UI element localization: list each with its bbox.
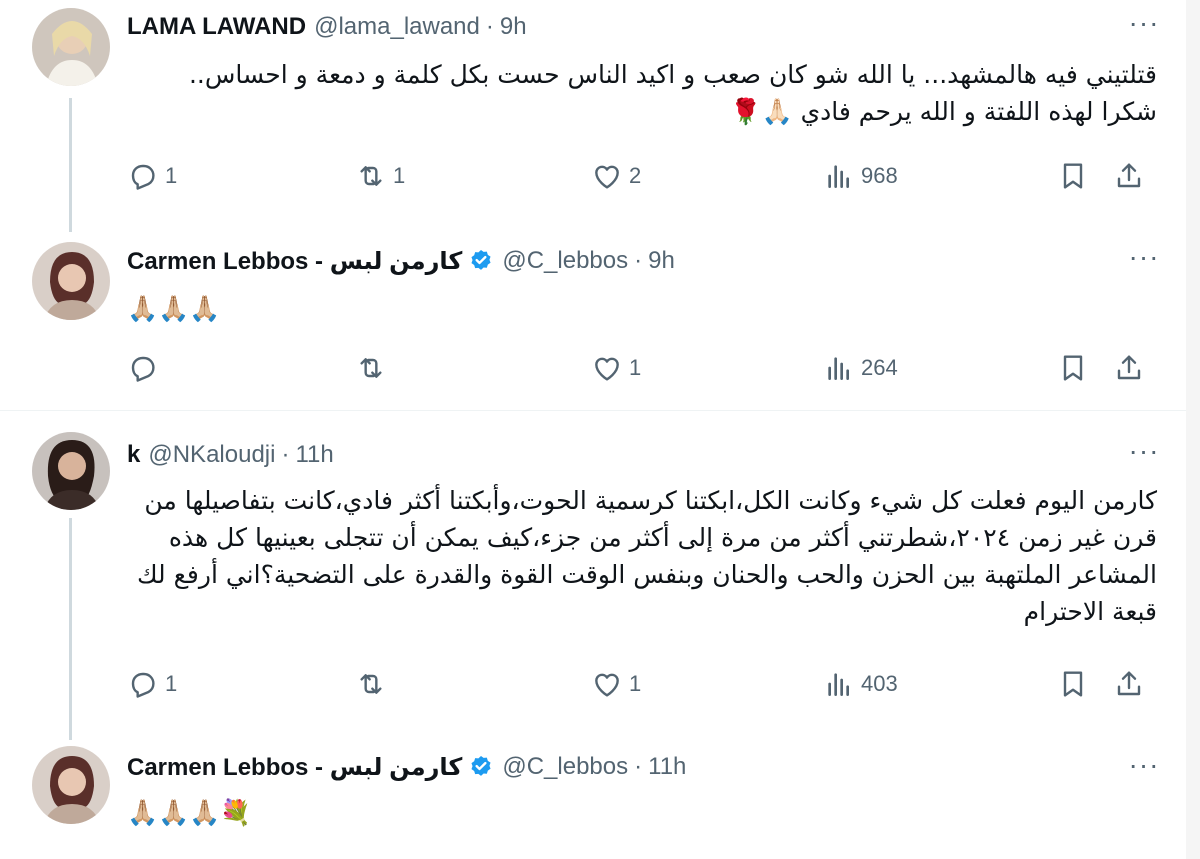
views-count: 968 bbox=[861, 163, 898, 188]
timestamp[interactable]: 9h bbox=[500, 13, 527, 41]
views-count: 403 bbox=[861, 671, 898, 696]
views-icon bbox=[828, 357, 849, 380]
like-count: 2 bbox=[629, 163, 642, 188]
more-icon[interactable]: ··· bbox=[1124, 9, 1164, 42]
thread-line bbox=[69, 98, 72, 232]
retweet-icon bbox=[360, 674, 382, 694]
tweet[interactable]: Carmen Lebbos - كارمن لبس @C_lebbos · 11… bbox=[0, 740, 1186, 859]
timestamp[interactable]: 11h bbox=[295, 441, 333, 469]
separator-dot: · bbox=[485, 13, 494, 40]
separator-dot: · bbox=[634, 247, 643, 274]
reply-button[interactable]: 1 bbox=[127, 664, 177, 704]
bookmark-button[interactable] bbox=[1057, 156, 1089, 196]
tweet[interactable]: Carmen Lebbos - كارمن لبس @C_lebbos · 9h… bbox=[0, 232, 1186, 409]
separator-dot: · bbox=[281, 441, 290, 468]
tweet-text: كارمن اليوم فعلت كل شيء وكانت الكل،ابكتن… bbox=[136, 486, 1157, 626]
author-handle[interactable]: @NKaloudji bbox=[148, 441, 275, 469]
author-handle[interactable]: @C_lebbos bbox=[502, 753, 628, 781]
bookmark-icon bbox=[1063, 671, 1083, 697]
tweet-text: 🙏🏼🙏🏼🙏🏼💐 bbox=[127, 798, 252, 827]
tweet-header: Carmen Lebbos - كارمن لبس @C_lebbos · 9h bbox=[127, 244, 675, 278]
thread-divider bbox=[0, 410, 1186, 411]
tweet[interactable]: LAMA LAWAND @lama_lawand · 9h ··· قتلتين… bbox=[0, 0, 1186, 232]
avatar[interactable] bbox=[32, 746, 110, 824]
bookmark-icon bbox=[1063, 163, 1083, 189]
author-name[interactable]: Carmen Lebbos - كارمن لبس bbox=[127, 247, 462, 276]
share-icon bbox=[1117, 671, 1141, 696]
retweet-count: 1 bbox=[393, 163, 406, 188]
like-button[interactable]: 1 bbox=[591, 348, 641, 388]
reply-icon bbox=[131, 672, 155, 698]
avatar[interactable] bbox=[32, 8, 110, 86]
bookmark-button[interactable] bbox=[1057, 664, 1089, 704]
reply-button[interactable] bbox=[127, 348, 165, 388]
views-button[interactable]: 403 bbox=[823, 664, 898, 704]
tweet-actions: 1 264 bbox=[127, 348, 1157, 388]
retweet-icon bbox=[360, 166, 382, 186]
like-icon bbox=[595, 673, 619, 697]
timestamp[interactable]: 9h bbox=[648, 247, 675, 275]
share-button[interactable] bbox=[1113, 348, 1145, 388]
more-icon[interactable]: ··· bbox=[1124, 751, 1164, 784]
author-name[interactable]: k bbox=[127, 441, 140, 469]
verified-badge-icon bbox=[471, 755, 491, 776]
share-button[interactable] bbox=[1113, 156, 1145, 196]
share-icon bbox=[1117, 163, 1141, 188]
tweet-header: Carmen Lebbos - كارمن لبس @C_lebbos · 11… bbox=[127, 750, 686, 784]
author-handle[interactable]: @C_lebbos bbox=[502, 247, 628, 275]
like-button[interactable]: 2 bbox=[591, 156, 641, 196]
like-count: 1 bbox=[629, 355, 642, 380]
reply-button[interactable]: 1 bbox=[127, 156, 177, 196]
retweet-button[interactable]: 1 bbox=[355, 156, 405, 196]
tweet-actions: 1 1 2 968 bbox=[127, 156, 1157, 196]
retweet-button[interactable] bbox=[355, 348, 393, 388]
tweet[interactable]: k @NKaloudji · 11h ··· كارمن اليوم فعلت … bbox=[0, 424, 1186, 740]
separator-dot: · bbox=[634, 753, 643, 780]
reply-count: 1 bbox=[165, 163, 178, 188]
tweet-header: k @NKaloudji · 11h bbox=[127, 438, 334, 472]
like-button[interactable]: 1 bbox=[591, 664, 641, 704]
thread-line bbox=[69, 518, 72, 740]
views-icon bbox=[828, 165, 849, 188]
more-icon[interactable]: ··· bbox=[1124, 243, 1164, 276]
scrollbar[interactable] bbox=[1186, 0, 1200, 859]
verified-badge-icon bbox=[471, 249, 491, 270]
views-icon bbox=[828, 673, 849, 696]
like-icon bbox=[595, 165, 619, 189]
author-name[interactable]: LAMA LAWAND bbox=[127, 13, 306, 41]
views-button[interactable]: 264 bbox=[823, 348, 898, 388]
share-button[interactable] bbox=[1113, 664, 1145, 704]
retweet-icon bbox=[360, 358, 382, 378]
timestamp[interactable]: 11h bbox=[648, 753, 686, 781]
share-icon bbox=[1117, 355, 1141, 380]
author-handle[interactable]: @lama_lawand bbox=[314, 13, 480, 41]
retweet-button[interactable] bbox=[355, 664, 393, 704]
more-icon[interactable]: ··· bbox=[1124, 437, 1164, 470]
tweet-text: 🙏🏼🙏🏼🙏🏼 bbox=[127, 294, 221, 323]
reply-count: 1 bbox=[165, 671, 178, 696]
avatar[interactable] bbox=[32, 242, 110, 320]
tweet-header: LAMA LAWAND @lama_lawand · 9h bbox=[127, 10, 527, 44]
avatar[interactable] bbox=[32, 432, 110, 510]
views-button[interactable]: 968 bbox=[823, 156, 898, 196]
tweet-text: قتلتيني فيه هالمشهد... يا الله شو كان صع… bbox=[188, 60, 1157, 126]
bookmark-button[interactable] bbox=[1057, 348, 1089, 388]
reply-icon bbox=[131, 356, 155, 382]
bookmark-icon bbox=[1063, 355, 1083, 381]
like-count: 1 bbox=[629, 671, 642, 696]
tweet-actions: 1 1 403 bbox=[127, 664, 1157, 704]
views-count: 264 bbox=[861, 355, 898, 380]
author-name[interactable]: Carmen Lebbos - كارمن لبس bbox=[127, 753, 462, 782]
reply-icon bbox=[131, 164, 155, 190]
like-icon bbox=[595, 357, 619, 381]
